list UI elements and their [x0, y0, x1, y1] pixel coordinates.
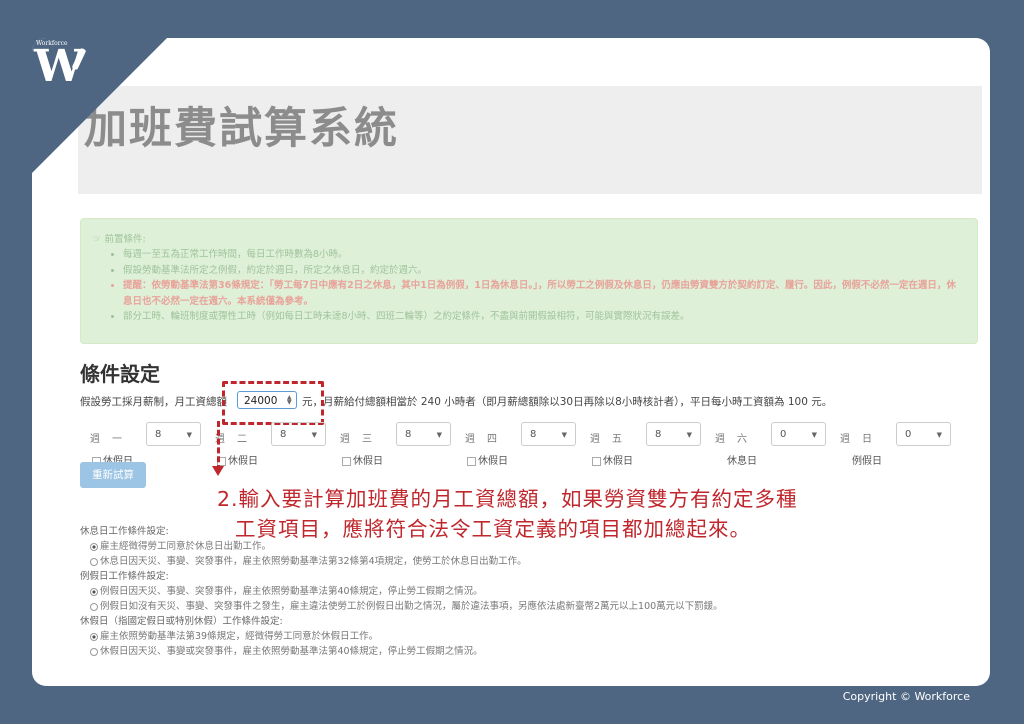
workforce-logo: Workforce W	[30, 40, 100, 96]
caret-down-icon: ▼	[311, 431, 317, 439]
preconditions-list: 每週一至五為正常工作時間，每日工作時數為8小時。 假設勞動基準法所定之例假，約定…	[111, 247, 963, 325]
hours-select-thursday[interactable]: 8 ▼	[521, 422, 576, 446]
annotation-arrow-line	[217, 421, 220, 471]
day-label: 週日	[840, 434, 872, 445]
caret-down-icon: ▼	[686, 431, 692, 439]
precondition-item: 部分工時、輪班制度或彈性工時（例如每日工時未達8小時、四班二輪等）之約定條件，不…	[123, 309, 963, 325]
preconditions-heading: ☞ 前置條件:	[93, 234, 146, 245]
day-label: 週二	[215, 434, 247, 445]
annotation-arrow-icon	[212, 466, 224, 476]
precondition-item: 假設勞動基準法所定之例假，約定於週日，所定之休息日，約定於週六。	[123, 263, 963, 279]
rest-day-label: 休息日	[727, 456, 757, 467]
holiday-options-title: 休假日（指國定假日或特別休假）工作條件設定:	[80, 616, 283, 627]
day-saturday: 週六 0 ▼ 休息日	[705, 422, 830, 472]
hours-select-friday[interactable]: 8 ▼	[646, 422, 701, 446]
day-tuesday: 週二 8 ▼ 休假日	[205, 422, 330, 472]
precondition-item: 每週一至五為正常工作時間，每日工作時數為8小時。	[123, 247, 963, 263]
radio-selected-icon[interactable]	[90, 542, 98, 551]
hours-select-monday[interactable]: 8 ▼	[146, 422, 201, 446]
caret-down-icon: ▼	[436, 431, 442, 439]
work-options: 休息日工作條件設定: 雇主經徵得勞工同意於休息日出勤工作。 休息日因天災、事變、…	[80, 524, 723, 659]
holiday-checkbox-wednesday[interactable]: 休假日	[342, 452, 383, 467]
radio-selected-icon[interactable]	[90, 632, 98, 641]
caret-down-icon: ▼	[936, 431, 942, 439]
caret-down-icon: ▼	[561, 431, 567, 439]
rest-option-1[interactable]: 雇主經徵得勞工同意於休息日出勤工作。	[80, 539, 723, 554]
salary-suffix: 元，月薪給付總額相當於 240 小時者（即月薪總額除以30日再除以8小時核計者）…	[302, 396, 833, 408]
regular-option-2[interactable]: 例假日如沒有天災、事變、突發事件之發生，雇主違法使勞工於例假日出勤之情況，屬於違…	[80, 599, 723, 614]
recalculate-button[interactable]: 重新試算	[80, 462, 146, 488]
holiday-option-2[interactable]: 休假日因天災、事變或突發事件，雇主依照勞動基準法第40條規定，停止勞工假期之情況…	[80, 644, 723, 659]
day-friday: 週五 8 ▼ 休假日	[580, 422, 705, 472]
hours-select-sunday[interactable]: 0 ▼	[896, 422, 951, 446]
rest-day-options-title: 休息日工作條件設定:	[80, 526, 169, 537]
holiday-checkbox-friday[interactable]: 休假日	[592, 452, 633, 467]
caret-down-icon: ▼	[186, 431, 192, 439]
day-label: 週三	[340, 434, 372, 445]
caret-down-icon: ▼	[811, 431, 817, 439]
copyright-text: Copyright © Workforce	[842, 690, 970, 703]
annotation-line-1: 2.輸入要計算加班費的月工資總額，如果勞資雙方有約定多種	[217, 487, 798, 511]
day-thursday: 週四 8 ▼ 休假日	[455, 422, 580, 472]
radio-icon[interactable]	[90, 602, 98, 611]
highlight-dashed-box	[222, 381, 324, 425]
hours-select-tuesday[interactable]: 8 ▼	[271, 422, 326, 446]
day-label: 週五	[590, 434, 622, 445]
radio-icon[interactable]	[90, 557, 98, 566]
regular-leave-label: 例假日	[852, 456, 882, 467]
hand-icon: ☞	[93, 234, 105, 245]
day-wednesday: 週三 8 ▼ 休假日	[330, 422, 455, 472]
holiday-checkbox-thursday[interactable]: 休假日	[467, 452, 508, 467]
day-label: 週六	[715, 434, 747, 445]
rest-option-2[interactable]: 休息日因天災、事變、突發事件，雇主依照勞動基準法第32條第4項規定，使勞工於休息…	[80, 554, 723, 569]
regular-leave-options-title: 例假日工作條件設定:	[80, 571, 169, 582]
radio-icon[interactable]	[90, 647, 98, 656]
hours-select-saturday[interactable]: 0 ▼	[771, 422, 826, 446]
day-label: 週一	[90, 434, 122, 445]
precondition-warning: 提醒：依勞動基準法第36條規定：「勞工每7日中應有2日之休息，其中1日為例假，1…	[123, 278, 963, 309]
holiday-checkbox-tuesday[interactable]: 休假日	[217, 452, 258, 467]
regular-option-1[interactable]: 例假日因天災、事變、突發事件，雇主依照勞動基準法第40條規定，停止勞工假期之情況…	[80, 584, 723, 599]
screenshot-card: 加班費試算系統 ☞ 前置條件: 每週一至五為正常工作時間，每日工作時數為8小時。…	[32, 38, 990, 686]
hours-select-wednesday[interactable]: 8 ▼	[396, 422, 451, 446]
holiday-option-1[interactable]: 雇主依照勞動基準法第39條規定，經徵得勞工同意於休假日工作。	[80, 629, 723, 644]
conditions-title: 條件設定	[80, 362, 160, 386]
preconditions-alert: ☞ 前置條件: 每週一至五為正常工作時間，每日工作時數為8小時。 假設勞動基準法…	[80, 218, 978, 344]
day-label: 週四	[465, 434, 497, 445]
radio-selected-icon[interactable]	[90, 587, 98, 596]
day-sunday: 週日 0 ▼ 例假日	[830, 422, 955, 472]
salary-prefix: 假設勞工採月薪制，月工資總額	[80, 396, 227, 408]
